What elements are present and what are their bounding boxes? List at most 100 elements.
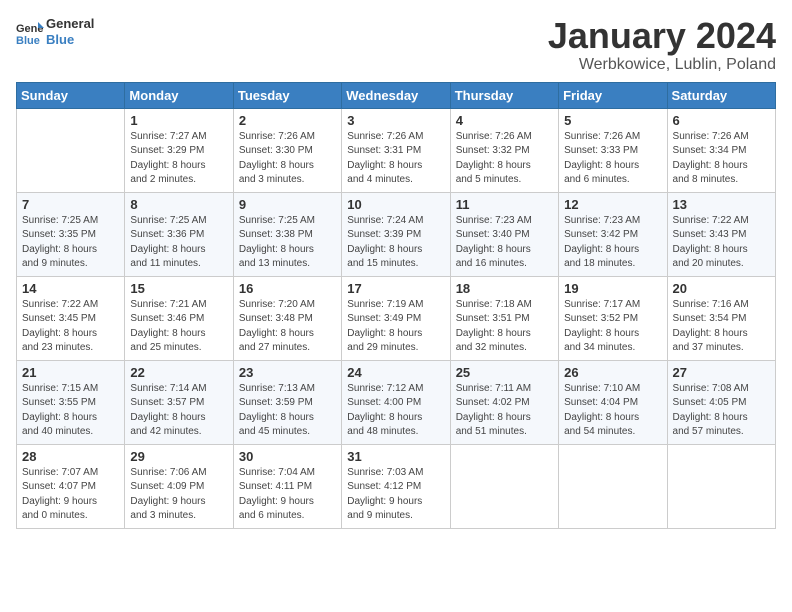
- day-number: 13: [673, 197, 770, 212]
- calendar-cell: 10Sunrise: 7:24 AM Sunset: 3:39 PM Dayli…: [342, 192, 450, 276]
- calendar-cell: 19Sunrise: 7:17 AM Sunset: 3:52 PM Dayli…: [559, 276, 667, 360]
- day-number: 18: [456, 281, 553, 296]
- day-info: Sunrise: 7:24 AM Sunset: 3:39 PM Dayligh…: [347, 214, 444, 272]
- day-info: Sunrise: 7:23 AM Sunset: 3:40 PM Dayligh…: [456, 214, 553, 272]
- calendar-cell: 2 Sunrise: 7:26 AM Sunset: 3:30 PM Daylig…: [233, 108, 341, 192]
- day-info: Sunrise: 7:22 AM Sunset: 3:43 PM Dayligh…: [673, 214, 770, 272]
- day-info: Sunrise: 7:15 AM Sunset: 3:55 PM Dayligh…: [22, 382, 119, 440]
- calendar-table: SundayMondayTuesdayWednesdayThursdayFrid…: [16, 82, 776, 529]
- day-info: Sunrise: 7:23 AM Sunset: 3:42 PM Dayligh…: [564, 214, 661, 272]
- day-info: Sunrise: 7:06 AM Sunset: 4:09 PM Dayligh…: [130, 466, 227, 524]
- day-number: 17: [347, 281, 444, 296]
- calendar-cell: 30 Sunrise: 7:04 AM Sunset: 4:11 PM Dayli…: [233, 444, 341, 528]
- day-number: 27: [673, 365, 770, 380]
- day-info: Sunrise: 7:11 AM Sunset: 4:02 PM Dayligh…: [456, 382, 553, 440]
- day-number: 31: [347, 449, 444, 464]
- logo-line1: General: [46, 16, 94, 32]
- day-header-friday: Friday: [559, 82, 667, 108]
- calendar-cell: 5Sunrise: 7:26 AM Sunset: 3:33 PM Daylig…: [559, 108, 667, 192]
- day-number: 28: [22, 449, 119, 464]
- calendar-cell: [17, 108, 125, 192]
- calendar-cell: 26Sunrise: 7:10 AM Sunset: 4:04 PM Dayli…: [559, 360, 667, 444]
- day-info: Sunrise: 7:18 AM Sunset: 3:51 PM Dayligh…: [456, 298, 553, 356]
- calendar-cell: 28 Sunrise: 7:07 AM Sunset: 4:07 PM Dayli…: [17, 444, 125, 528]
- logo: General Blue General Blue: [16, 16, 94, 47]
- day-header-tuesday: Tuesday: [233, 82, 341, 108]
- day-info: Sunrise: 7:07 AM Sunset: 4:07 PM Dayligh…: [22, 466, 119, 524]
- day-info: Sunrise: 7:21 AM Sunset: 3:46 PM Dayligh…: [130, 298, 227, 356]
- day-header-sunday: Sunday: [17, 82, 125, 108]
- calendar-cell: 22 Sunrise: 7:14 AM Sunset: 3:57 PM Dayli…: [125, 360, 233, 444]
- calendar-cell: 29 Sunrise: 7:06 AM Sunset: 4:09 PM Dayli…: [125, 444, 233, 528]
- day-number: 21: [22, 365, 119, 380]
- day-number: 25: [456, 365, 553, 380]
- day-header-thursday: Thursday: [450, 82, 558, 108]
- calendar-cell: 27 Sunrise: 7:08 AM Sunset: 4:05 PM Dayli…: [667, 360, 775, 444]
- title-block: January 2024 Werbkowice, Lublin, Poland: [548, 16, 776, 74]
- logo-line2: Blue: [46, 32, 94, 48]
- calendar-cell: 16 Sunrise: 7:20 AM Sunset: 3:48 PM Dayli…: [233, 276, 341, 360]
- day-number: 5: [564, 113, 661, 128]
- day-number: 24: [347, 365, 444, 380]
- day-number: 29: [130, 449, 227, 464]
- calendar-cell: [559, 444, 667, 528]
- calendar-cell: 12 Sunrise: 7:23 AM Sunset: 3:42 PM Dayli…: [559, 192, 667, 276]
- day-number: 11: [456, 197, 553, 212]
- calendar-cell: 24 Sunrise: 7:12 AM Sunset: 4:00 PM Dayli…: [342, 360, 450, 444]
- day-info: Sunrise: 7:08 AM Sunset: 4:05 PM Dayligh…: [673, 382, 770, 440]
- day-number: 19: [564, 281, 661, 296]
- day-info: Sunrise: 7:26 AM Sunset: 3:34 PM Dayligh…: [673, 130, 770, 188]
- day-number: 7: [22, 197, 119, 212]
- day-info: Sunrise: 7:16 AM Sunset: 3:54 PM Dayligh…: [673, 298, 770, 356]
- day-info: Sunrise: 7:13 AM Sunset: 3:59 PM Dayligh…: [239, 382, 336, 440]
- day-info: Sunrise: 7:19 AM Sunset: 3:49 PM Dayligh…: [347, 298, 444, 356]
- day-header-saturday: Saturday: [667, 82, 775, 108]
- day-number: 23: [239, 365, 336, 380]
- day-info: Sunrise: 7:22 AM Sunset: 3:45 PM Dayligh…: [22, 298, 119, 356]
- calendar-cell: 13 Sunrise: 7:22 AM Sunset: 3:43 PM Dayli…: [667, 192, 775, 276]
- day-number: 15: [130, 281, 227, 296]
- day-info: Sunrise: 7:12 AM Sunset: 4:00 PM Dayligh…: [347, 382, 444, 440]
- calendar-cell: 9Sunrise: 7:25 AM Sunset: 3:38 PM Daylig…: [233, 192, 341, 276]
- day-header-monday: Monday: [125, 82, 233, 108]
- day-number: 16: [239, 281, 336, 296]
- day-number: 12: [564, 197, 661, 212]
- day-info: Sunrise: 7:04 AM Sunset: 4:11 PM Dayligh…: [239, 466, 336, 524]
- day-number: 20: [673, 281, 770, 296]
- day-number: 6: [673, 113, 770, 128]
- day-number: 8: [130, 197, 227, 212]
- day-number: 26: [564, 365, 661, 380]
- calendar-cell: [450, 444, 558, 528]
- calendar-cell: 25 Sunrise: 7:11 AM Sunset: 4:02 PM Dayli…: [450, 360, 558, 444]
- day-number: 4: [456, 113, 553, 128]
- calendar-cell: 4 Sunrise: 7:26 AM Sunset: 3:32 PM Daylig…: [450, 108, 558, 192]
- calendar-cell: 15 Sunrise: 7:21 AM Sunset: 3:46 PM Dayli…: [125, 276, 233, 360]
- calendar-cell: 1 Sunrise: 7:27 AM Sunset: 3:29 PM Daylig…: [125, 108, 233, 192]
- day-number: 3: [347, 113, 444, 128]
- day-number: 30: [239, 449, 336, 464]
- calendar-cell: 14 Sunrise: 7:22 AM Sunset: 3:45 PM Dayli…: [17, 276, 125, 360]
- day-info: Sunrise: 7:20 AM Sunset: 3:48 PM Dayligh…: [239, 298, 336, 356]
- day-number: 2: [239, 113, 336, 128]
- calendar-cell: 3Sunrise: 7:26 AM Sunset: 3:31 PM Daylig…: [342, 108, 450, 192]
- day-info: Sunrise: 7:26 AM Sunset: 3:32 PM Dayligh…: [456, 130, 553, 188]
- calendar-cell: 20 Sunrise: 7:16 AM Sunset: 3:54 PM Dayli…: [667, 276, 775, 360]
- day-info: Sunrise: 7:25 AM Sunset: 3:38 PM Dayligh…: [239, 214, 336, 272]
- calendar-cell: 7 Sunrise: 7:25 AM Sunset: 3:35 PM Daylig…: [17, 192, 125, 276]
- day-info: Sunrise: 7:14 AM Sunset: 3:57 PM Dayligh…: [130, 382, 227, 440]
- day-info: Sunrise: 7:26 AM Sunset: 3:30 PM Dayligh…: [239, 130, 336, 188]
- day-number: 1: [130, 113, 227, 128]
- calendar-cell: 6 Sunrise: 7:26 AM Sunset: 3:34 PM Daylig…: [667, 108, 775, 192]
- day-info: Sunrise: 7:25 AM Sunset: 3:36 PM Dayligh…: [130, 214, 227, 272]
- day-number: 14: [22, 281, 119, 296]
- calendar-cell: 8 Sunrise: 7:25 AM Sunset: 3:36 PM Daylig…: [125, 192, 233, 276]
- day-number: 22: [130, 365, 227, 380]
- calendar-cell: 31 Sunrise: 7:03 AM Sunset: 4:12 PM Dayli…: [342, 444, 450, 528]
- day-info: Sunrise: 7:27 AM Sunset: 3:29 PM Dayligh…: [130, 130, 227, 188]
- calendar-cell: [667, 444, 775, 528]
- day-info: Sunrise: 7:25 AM Sunset: 3:35 PM Dayligh…: [22, 214, 119, 272]
- svg-text:Blue: Blue: [16, 35, 40, 46]
- calendar-cell: 23 Sunrise: 7:13 AM Sunset: 3:59 PM Dayli…: [233, 360, 341, 444]
- day-info: Sunrise: 7:03 AM Sunset: 4:12 PM Dayligh…: [347, 466, 444, 524]
- calendar-cell: 17 Sunrise: 7:19 AM Sunset: 3:49 PM Dayli…: [342, 276, 450, 360]
